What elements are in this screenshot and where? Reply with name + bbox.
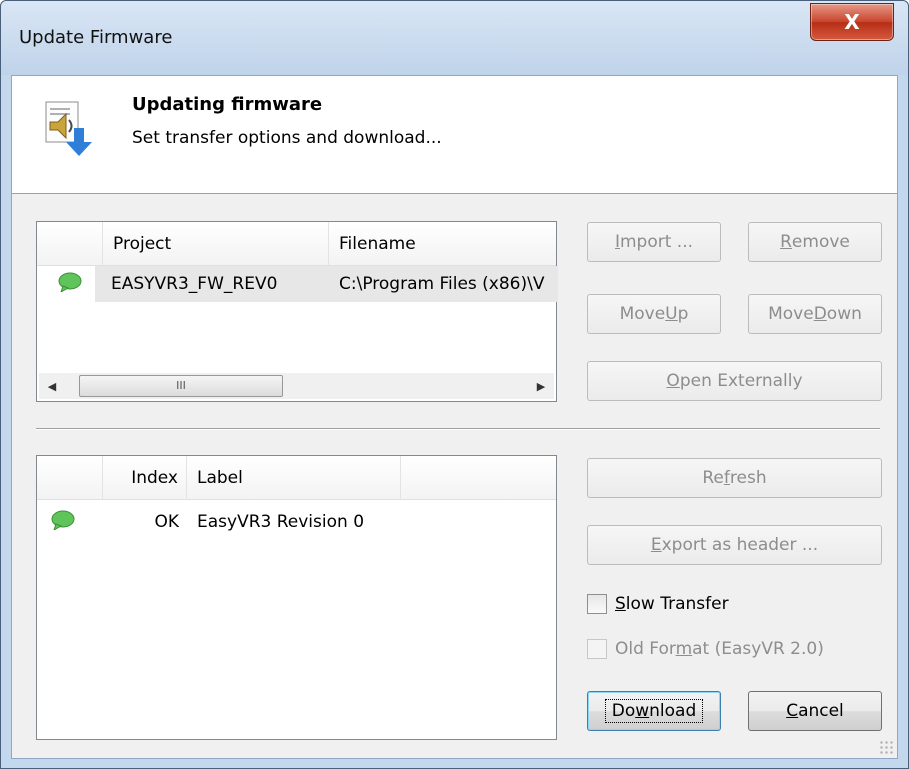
column-header-label[interactable]: Label <box>187 456 401 500</box>
entries-list-header: Index Label <box>37 456 556 500</box>
move-up-button[interactable]: Move Up <box>587 294 721 334</box>
download-label: Download <box>604 699 704 723</box>
titlebar[interactable]: Update Firmware X <box>1 1 908 75</box>
column-header-icon[interactable] <box>37 222 103 266</box>
open-externally-button[interactable]: Open Externally <box>587 361 882 401</box>
speech-bubble-green-icon <box>51 510 75 530</box>
scroll-thumb[interactable]: III <box>79 375 283 397</box>
horizontal-scrollbar[interactable]: ◀ III ▶ <box>39 373 554 399</box>
old-format-checkbox[interactable] <box>587 639 607 659</box>
slow-transfer-option[interactable]: Slow Transfer <box>587 594 729 614</box>
header-title: Updating firmware <box>132 94 323 115</box>
label-cell: EasyVR3 Revision 0 <box>197 512 365 532</box>
table-row[interactable]: EASYVR3_FW_REV0 C:\Program Files (x86)\V <box>37 266 558 302</box>
scroll-right-icon[interactable]: ▶ <box>528 373 554 399</box>
column-header-icon[interactable] <box>37 456 103 500</box>
table-row[interactable]: OK EasyVR3 Revision 0 <box>37 504 556 540</box>
import-button[interactable]: Import ... <box>587 222 721 262</box>
update-firmware-window: Update Firmware X Updating firmware Set … <box>0 0 909 769</box>
slow-transfer-label: Slow Transfer <box>615 594 729 614</box>
projects-list-header: Project Filename <box>37 222 556 266</box>
project-cell: EASYVR3_FW_REV0 <box>95 266 333 302</box>
column-header-empty[interactable] <box>401 456 558 500</box>
window-title: Update Firmware <box>19 27 173 48</box>
header-band: Updating firmware Set transfer options a… <box>12 76 897 194</box>
resize-grip-icon[interactable] <box>879 740 893 754</box>
entries-list[interactable]: Index Label OK EasyVR3 Revision 0 <box>36 455 557 740</box>
close-icon: X <box>844 10 860 34</box>
column-header-filename[interactable]: Filename <box>329 222 558 266</box>
firmware-download-icon <box>45 101 92 156</box>
column-header-index[interactable]: Index <box>103 456 187 500</box>
slow-transfer-checkbox[interactable] <box>587 594 607 614</box>
move-down-button[interactable]: Move Down <box>748 294 882 334</box>
export-as-header-button[interactable]: Export as header ... <box>587 525 882 565</box>
index-cell: OK <box>154 512 179 532</box>
refresh-button[interactable]: Re f resh <box>587 458 882 498</box>
section-divider <box>36 428 880 430</box>
column-header-project[interactable]: Project <box>103 222 329 266</box>
download-button[interactable]: Download <box>587 691 721 731</box>
header-subtitle: Set transfer options and download... <box>132 128 442 148</box>
cancel-button[interactable]: Cancel <box>748 691 882 731</box>
remove-button[interactable]: Remove <box>748 222 882 262</box>
speech-bubble-green-icon <box>58 272 82 292</box>
dialog-body: Updating firmware Set transfer options a… <box>11 75 898 759</box>
close-button[interactable]: X <box>810 3 894 41</box>
scroll-left-icon[interactable]: ◀ <box>39 373 65 399</box>
old-format-option[interactable]: Old Format (EasyVR 2.0) <box>587 639 824 659</box>
filename-cell: C:\Program Files (x86)\V <box>333 266 558 302</box>
old-format-label: Old Format (EasyVR 2.0) <box>615 639 824 659</box>
projects-list[interactable]: Project Filename EASYVR3_FW_REV0 C:\Prog… <box>36 221 558 402</box>
